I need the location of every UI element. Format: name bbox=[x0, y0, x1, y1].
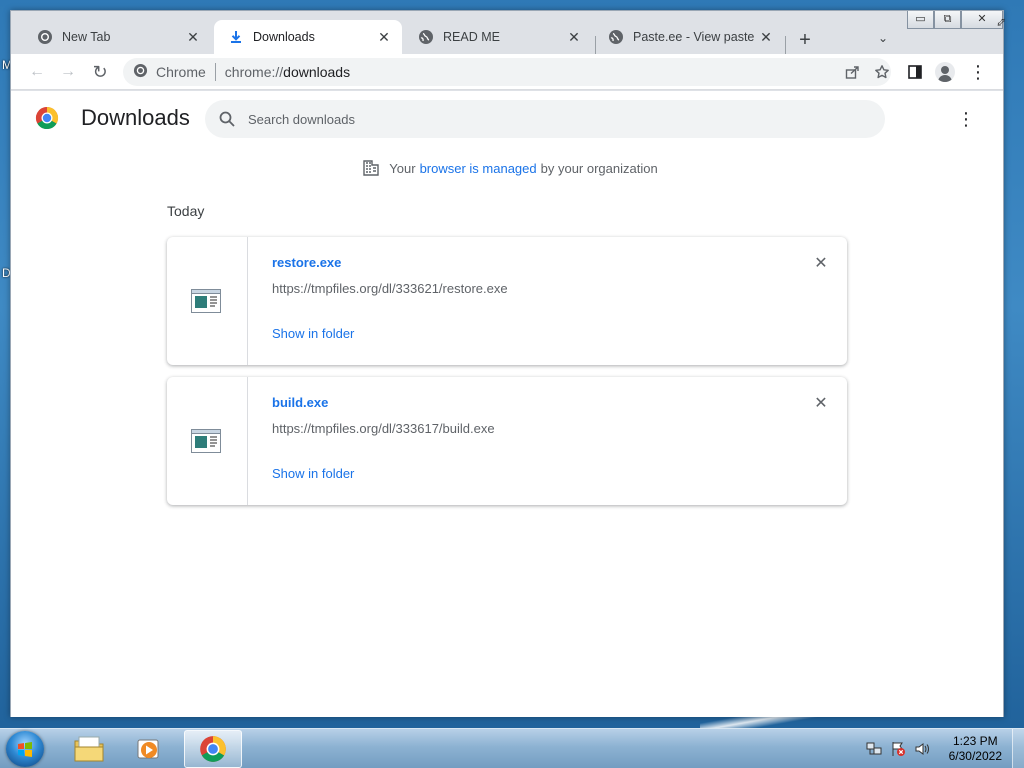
exe-file-icon bbox=[191, 429, 221, 453]
taskbar-media-player[interactable] bbox=[120, 730, 178, 768]
taskbar-file-explorer[interactable] bbox=[60, 730, 118, 768]
address-bar[interactable]: Chrome chrome://downloads bbox=[123, 58, 891, 86]
browser-toolbar: ← → ↻ Chrome chrome://downloads ⋮ bbox=[11, 54, 1003, 90]
clock-date: 6/30/2022 bbox=[948, 749, 1002, 763]
download-icon-column bbox=[167, 237, 248, 365]
tab-downloads[interactable]: Downloads ✕ bbox=[214, 20, 402, 54]
tab-separator bbox=[785, 36, 786, 56]
globe-icon bbox=[418, 29, 434, 45]
browser-menu-button[interactable]: ⋮ bbox=[966, 60, 990, 84]
taskbar: 1:23 PM 6/30/2022 bbox=[0, 728, 1024, 768]
tab-title: Downloads bbox=[253, 30, 315, 44]
download-item: restore.exe https://tmpfiles.org/dl/3336… bbox=[167, 237, 847, 365]
downloads-menu-button[interactable]: ⋮ bbox=[955, 109, 977, 131]
download-filename-link[interactable]: build.exe bbox=[272, 395, 328, 410]
remove-download-button[interactable]: ✕ bbox=[809, 253, 833, 277]
new-tab-button[interactable]: + bbox=[793, 29, 817, 53]
windows-logo-icon bbox=[18, 742, 32, 757]
profile-avatar[interactable] bbox=[935, 62, 955, 82]
media-player-icon bbox=[137, 739, 159, 759]
tab-title: New Tab bbox=[62, 30, 111, 44]
url-text: chrome://downloads bbox=[225, 64, 350, 80]
download-item: build.exe https://tmpfiles.org/dl/333617… bbox=[167, 377, 847, 505]
taskbar-chrome[interactable] bbox=[184, 730, 242, 768]
tab-search-button[interactable]: ⌄ bbox=[873, 31, 893, 51]
search-icon bbox=[218, 110, 236, 128]
managed-notice: Your browser is managed by your organiza… bbox=[11, 159, 1003, 177]
show-in-folder-link[interactable]: Show in folder bbox=[272, 466, 354, 481]
tab-read-me[interactable]: READ ME ✕ bbox=[404, 20, 592, 54]
date-heading: Today bbox=[167, 203, 205, 219]
download-source-url: https://tmpfiles.org/dl/333621/restore.e… bbox=[272, 281, 508, 296]
show-desktop-button[interactable] bbox=[1012, 729, 1024, 768]
url-path: downloads bbox=[283, 64, 351, 80]
show-in-folder-link[interactable]: Show in folder bbox=[272, 326, 354, 341]
close-tab-icon[interactable]: ✕ bbox=[185, 29, 201, 46]
clock-time: 1:23 PM bbox=[952, 734, 998, 748]
site-info-chip[interactable]: Chrome bbox=[123, 63, 206, 81]
share-icon[interactable] bbox=[841, 63, 863, 81]
remove-download-button[interactable]: ✕ bbox=[809, 393, 833, 417]
close-tab-icon[interactable]: ✕ bbox=[758, 29, 774, 46]
close-tab-icon[interactable]: ✕ bbox=[566, 29, 582, 46]
page-title: Downloads bbox=[81, 105, 190, 130]
browser-window: ▭ ⧉ ✕ ⇔ New Tab ✕ Downloads ✕ READ ME ✕ bbox=[10, 10, 1012, 717]
side-panel-icon[interactable] bbox=[903, 60, 927, 84]
forward-button[interactable]: → bbox=[56, 60, 80, 84]
managed-text-prefix: Your bbox=[389, 160, 416, 176]
bookmark-star-icon[interactable] bbox=[871, 63, 893, 81]
chrome-icon bbox=[133, 63, 148, 81]
start-button[interactable] bbox=[6, 731, 44, 767]
building-icon bbox=[363, 160, 379, 176]
reload-button[interactable]: ↻ bbox=[88, 60, 112, 84]
avatar-head bbox=[941, 66, 949, 74]
folder-icon bbox=[74, 736, 104, 762]
search-box[interactable] bbox=[205, 100, 885, 138]
search-input[interactable] bbox=[248, 111, 885, 127]
download-filename-link[interactable]: restore.exe bbox=[272, 255, 341, 270]
downloads-header: Downloads ⋮ bbox=[11, 91, 1003, 147]
tab-title: Paste.ee - View paste zj bbox=[633, 30, 758, 44]
download-source-url: https://tmpfiles.org/dl/333617/build.exe bbox=[272, 421, 495, 436]
url-scheme: chrome:// bbox=[224, 64, 284, 80]
omnibox-divider bbox=[214, 63, 216, 81]
site-chip-label: Chrome bbox=[156, 64, 206, 80]
download-icon bbox=[228, 29, 244, 45]
downloads-page: Downloads ⋮ Your browser is managed by y… bbox=[11, 91, 1003, 717]
action-center-flag-icon[interactable] bbox=[890, 741, 906, 757]
network-icon[interactable] bbox=[866, 741, 882, 757]
tab-paste-ee[interactable]: Paste.ee - View paste zj ✕ bbox=[594, 20, 784, 54]
chrome-icon bbox=[200, 736, 226, 762]
download-icon-column bbox=[167, 377, 248, 505]
close-tab-icon[interactable]: ✕ bbox=[376, 29, 392, 46]
chrome-icon bbox=[37, 29, 53, 45]
managed-link[interactable]: browser is managed bbox=[420, 161, 537, 176]
tab-new-tab[interactable]: New Tab ✕ bbox=[23, 20, 211, 54]
managed-text-suffix: by your organization bbox=[540, 160, 658, 176]
system-clock[interactable]: 1:23 PM 6/30/2022 bbox=[949, 734, 1002, 764]
volume-icon[interactable] bbox=[914, 741, 930, 757]
exe-file-icon bbox=[191, 289, 221, 313]
chrome-logo-icon bbox=[35, 107, 59, 130]
back-button[interactable]: ← bbox=[25, 60, 49, 84]
tab-strip: New Tab ✕ Downloads ✕ READ ME ✕ Paste.ee… bbox=[11, 20, 1003, 56]
tab-title: READ ME bbox=[443, 30, 500, 44]
avatar-body bbox=[938, 75, 952, 82]
globe-icon bbox=[608, 29, 624, 45]
